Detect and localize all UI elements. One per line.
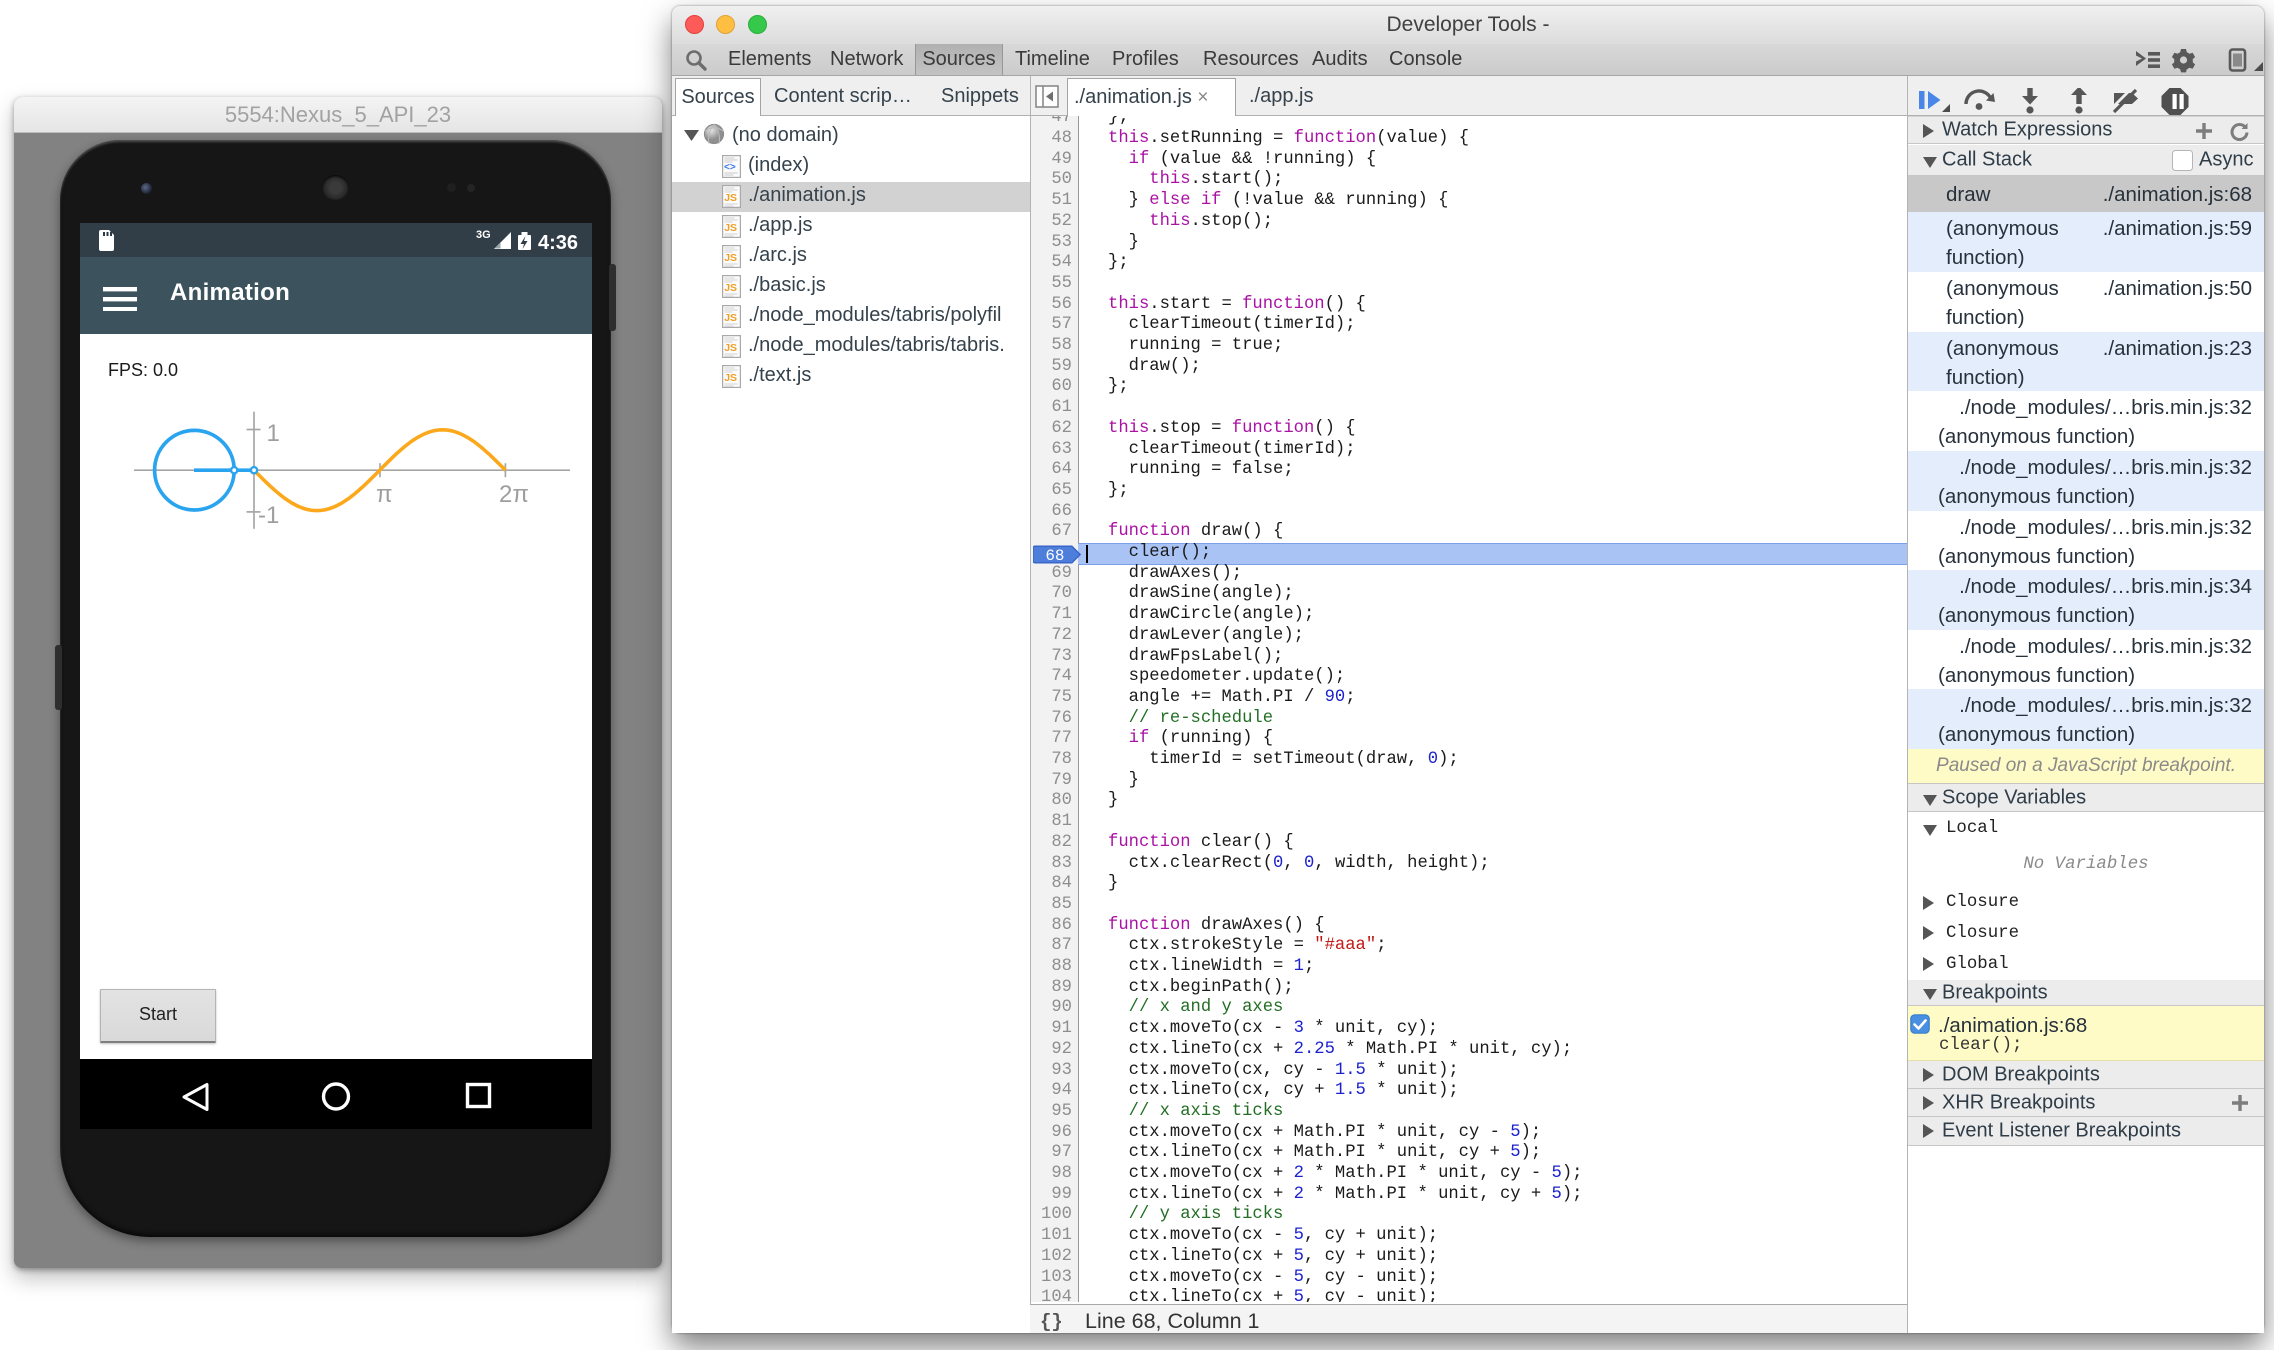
svg-text:JS: JS	[724, 372, 737, 384]
svg-text:3G: 3G	[476, 229, 491, 241]
svg-text:JS: JS	[724, 252, 737, 264]
svg-text:<>: <>	[724, 162, 736, 173]
svg-text:{}: {}	[1040, 1311, 1063, 1332]
svg-text:JS: JS	[724, 342, 737, 354]
svg-text:2π: 2π	[499, 481, 529, 508]
svg-text:JS: JS	[724, 192, 737, 204]
svg-text:JS: JS	[724, 312, 737, 324]
svg-text:1: 1	[267, 420, 280, 447]
svg-text:4:36: 4:36	[538, 232, 578, 254]
svg-text:π: π	[376, 481, 393, 508]
svg-text:JS: JS	[724, 282, 737, 294]
svg-text:-1: -1	[258, 502, 279, 529]
svg-text:JS: JS	[724, 222, 737, 234]
